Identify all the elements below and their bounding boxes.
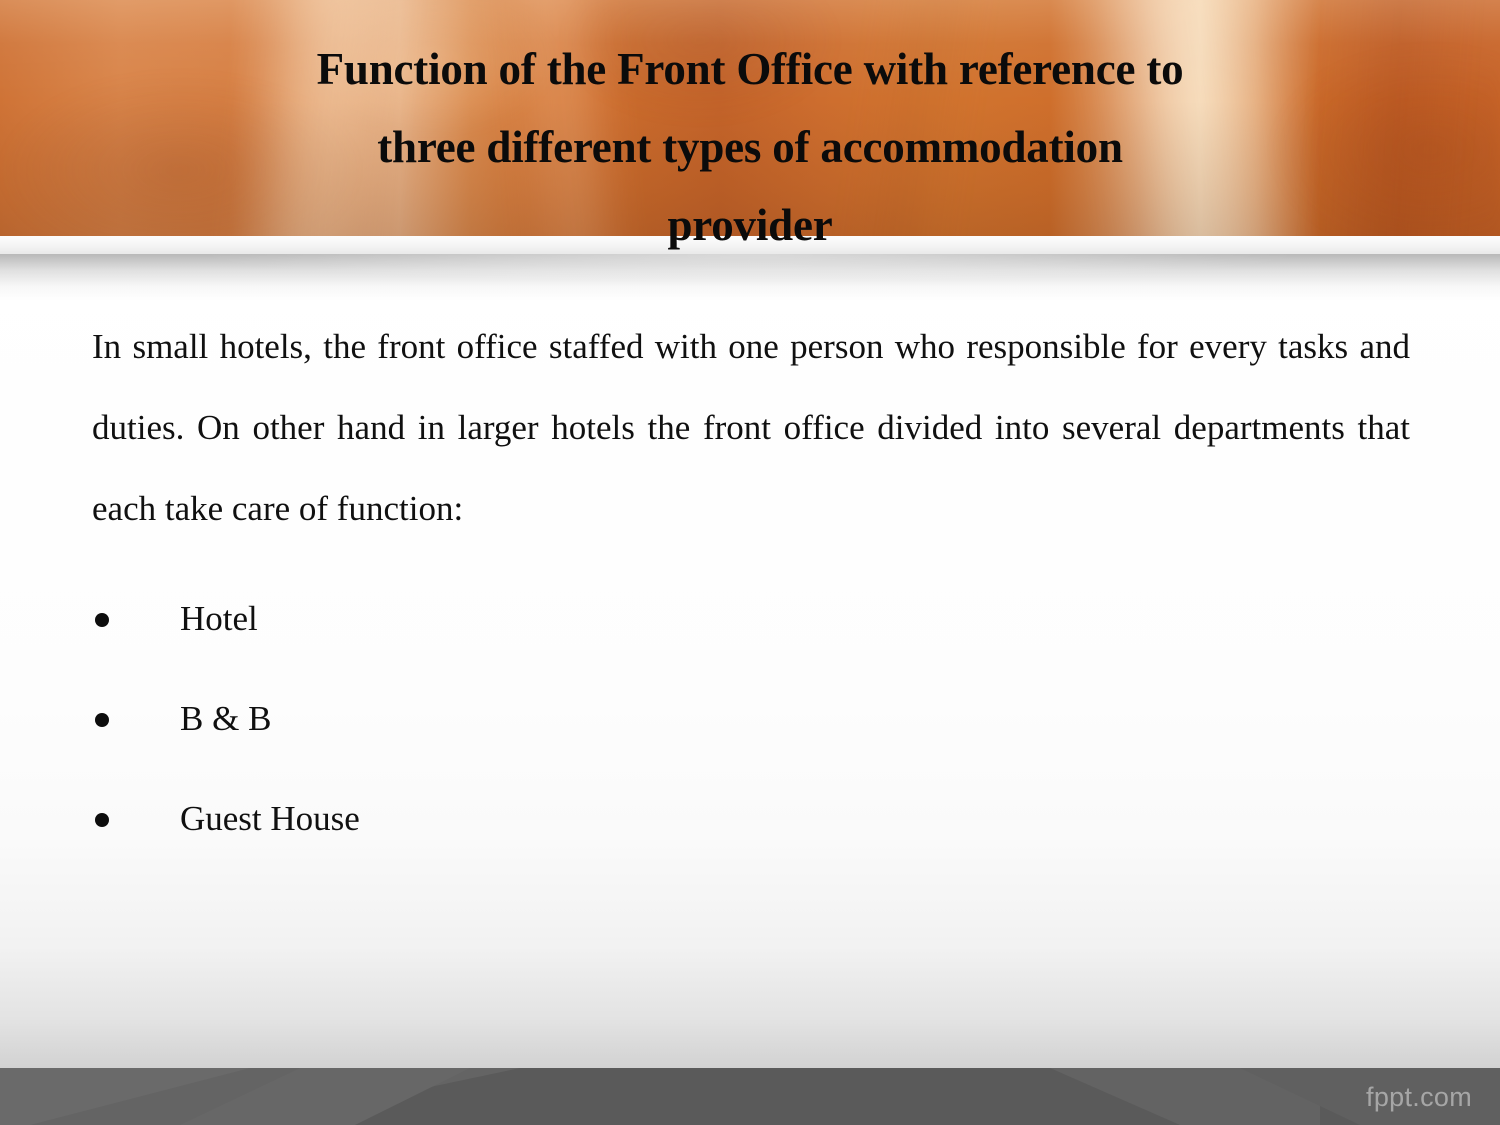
list-item: Guest House bbox=[0, 769, 1500, 869]
slide-footer: fppt.com bbox=[0, 1068, 1500, 1125]
page-title: Function of the Front Office with refere… bbox=[60, 30, 1440, 264]
page-title-line-3: provider bbox=[667, 200, 833, 250]
bullet-dot-icon bbox=[95, 813, 109, 827]
list-item-label: B & B bbox=[180, 699, 272, 738]
list-item: Hotel bbox=[0, 569, 1500, 669]
body-paragraph: In small hotels, the front office staffe… bbox=[92, 327, 1410, 528]
list-item-label: Hotel bbox=[180, 599, 258, 638]
presentation-slide: Function of the Front Office with refere… bbox=[0, 0, 1500, 1125]
accommodation-type-list: Hotel B & B Guest House bbox=[0, 569, 1500, 869]
page-title-line-1: Function of the Front Office with refere… bbox=[316, 44, 1184, 94]
list-item-label: Guest House bbox=[180, 799, 360, 838]
fppt-watermark: fppt.com bbox=[1366, 1082, 1472, 1112]
bullet-dot-icon bbox=[95, 713, 109, 727]
slide-content: In small hotels, the front office staffe… bbox=[0, 254, 1500, 869]
bullet-dot-icon bbox=[95, 613, 109, 627]
page-title-line-2: three different types of accommodation bbox=[377, 122, 1123, 172]
list-item: B & B bbox=[0, 669, 1500, 769]
